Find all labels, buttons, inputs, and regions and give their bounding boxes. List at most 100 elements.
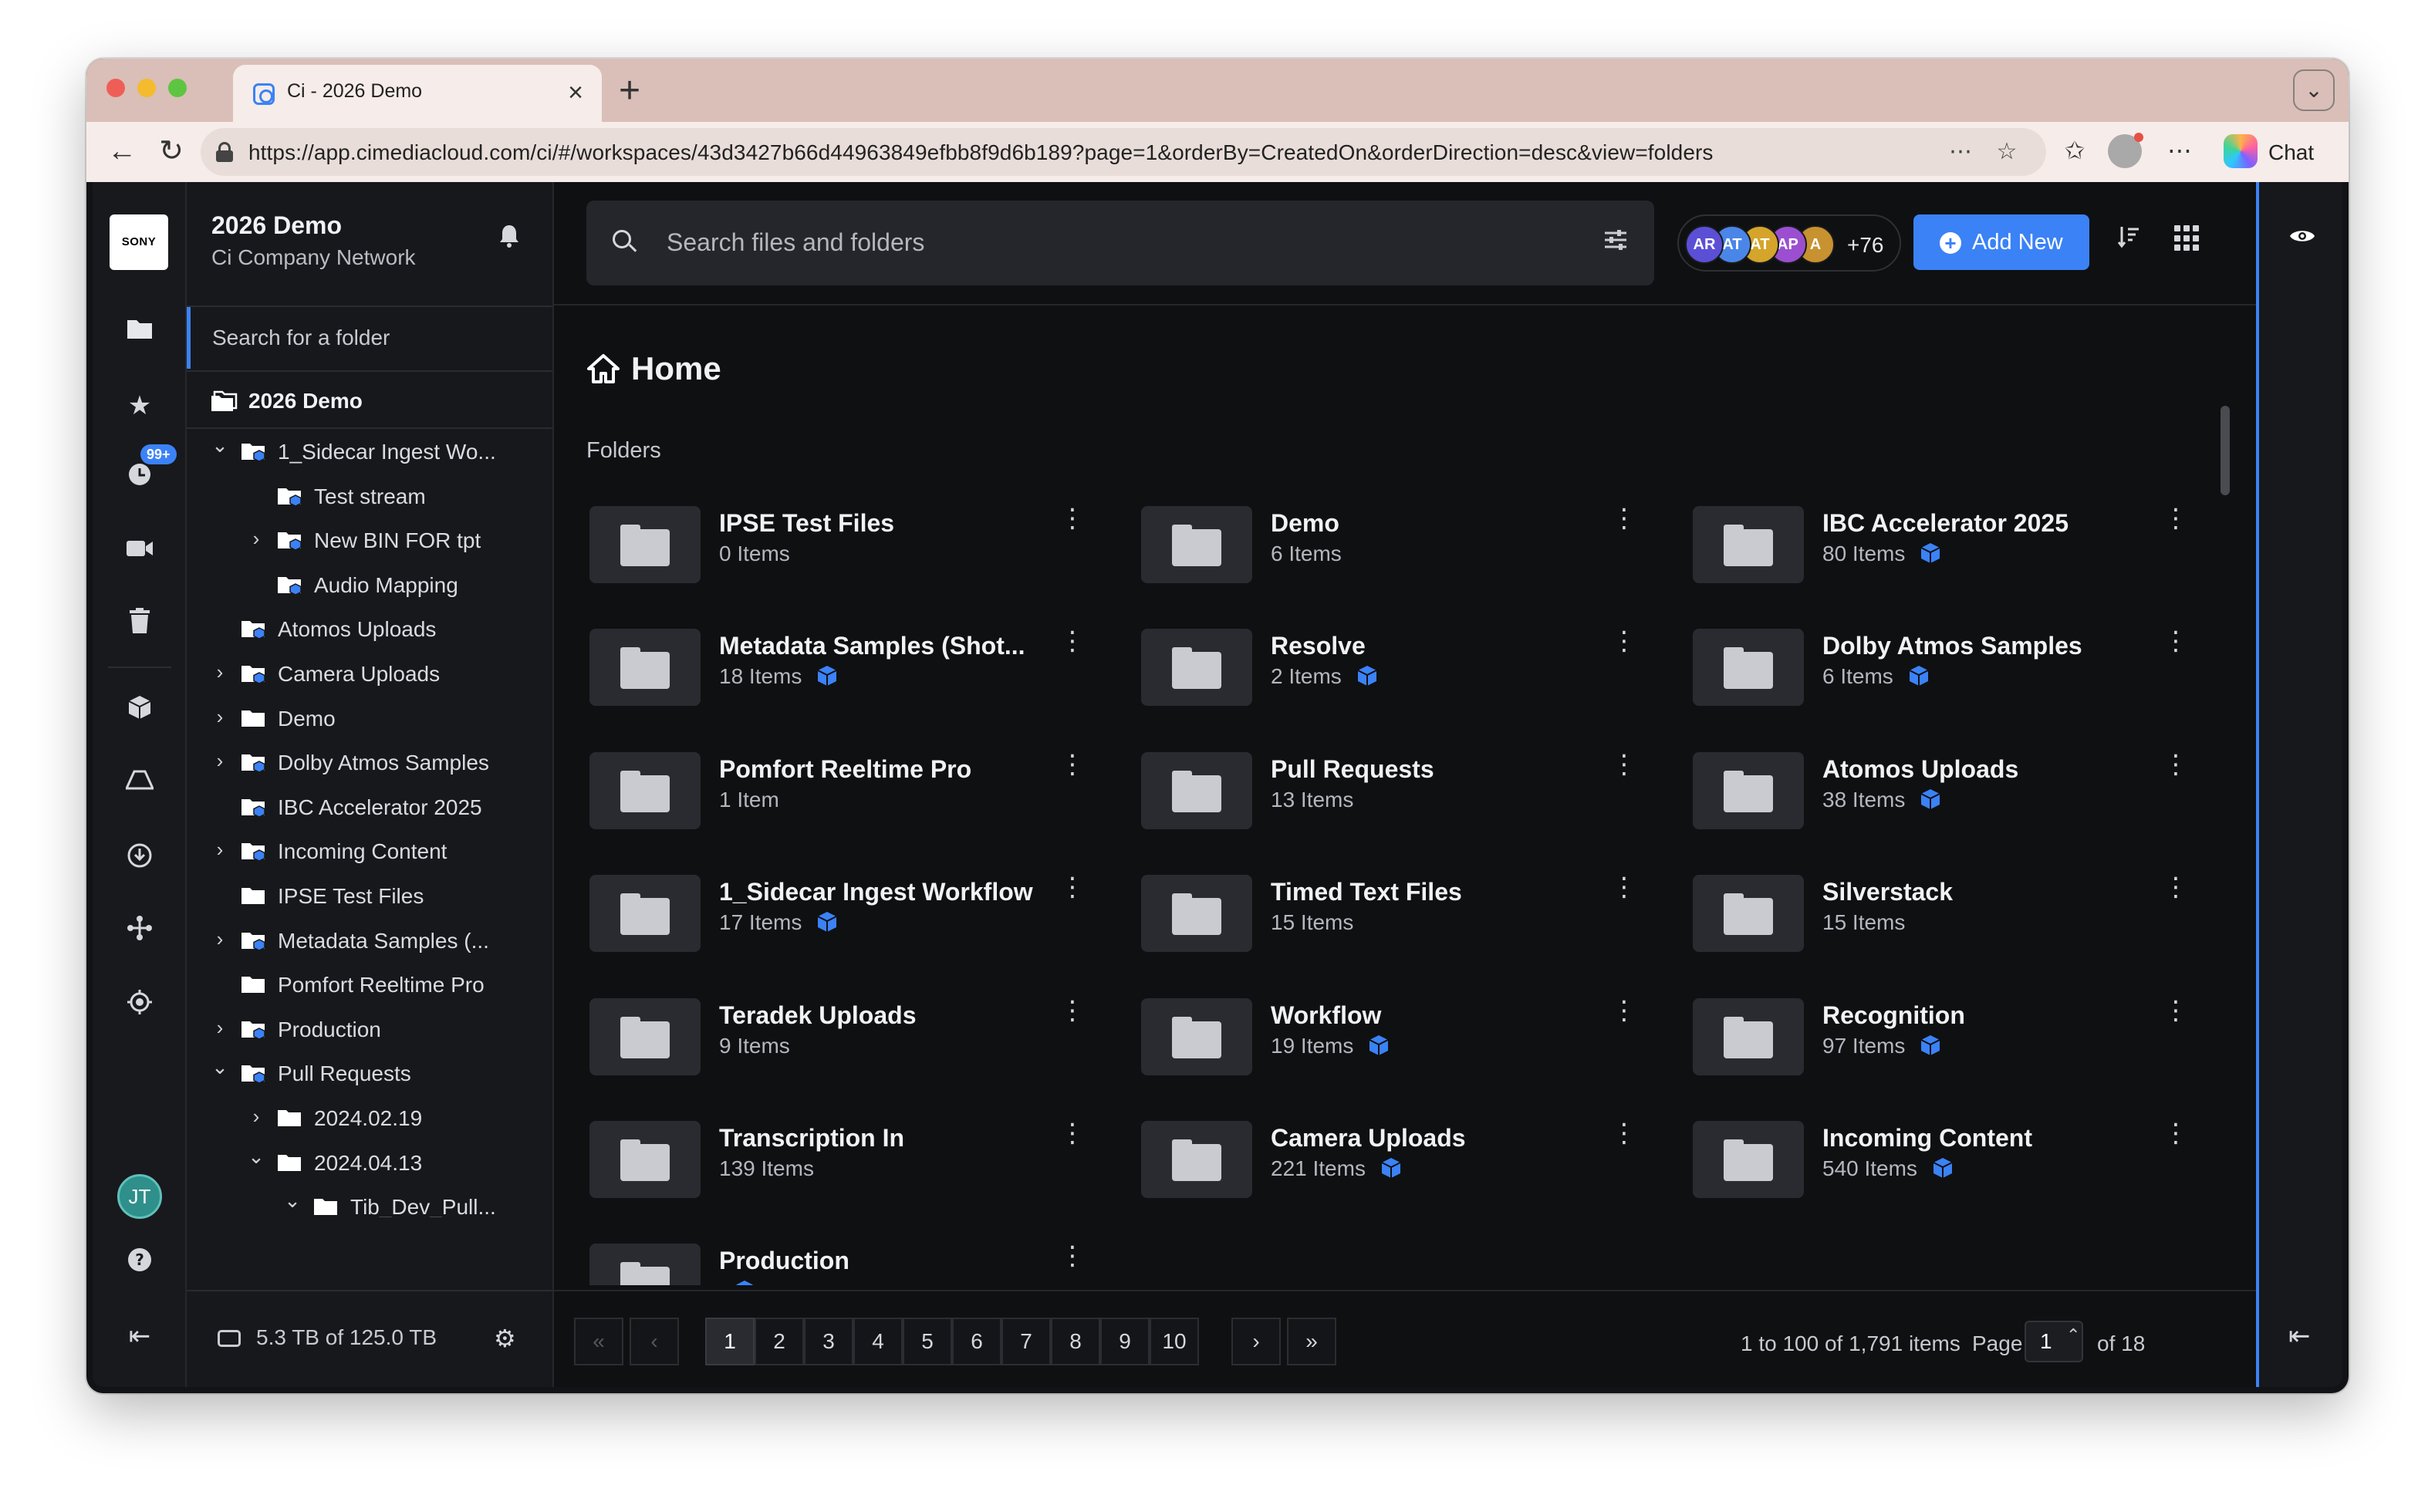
download-icon[interactable] xyxy=(124,842,155,873)
folder-card[interactable]: IPSE Test Files 0 Items ⋮ xyxy=(586,500,1111,616)
page-button[interactable]: 9 xyxy=(1100,1318,1150,1365)
user-avatar[interactable]: JT xyxy=(117,1174,162,1219)
more-options-icon[interactable]: ⋮ xyxy=(1610,872,1638,907)
folder-card[interactable]: Resolve 2 Items ⋮ xyxy=(1138,623,1663,738)
page-button[interactable]: 6 xyxy=(952,1318,1001,1365)
tree-item[interactable]: Atomos Uploads xyxy=(187,608,549,651)
chevron-right-icon[interactable]: › xyxy=(208,705,231,728)
more-options-icon[interactable]: ⋮ xyxy=(1059,872,1086,907)
folder-card[interactable]: Demo 6 Items ⋮ xyxy=(1138,500,1663,616)
tree-item[interactable]: › 2024.02.19 xyxy=(187,1097,549,1140)
more-options-icon[interactable]: ⋮ xyxy=(2162,1118,2190,1153)
folder-search-input[interactable]: Search for a folder xyxy=(187,307,552,369)
collapse-nav-icon[interactable]: ⇤ xyxy=(124,1321,155,1352)
chevron-right-icon[interactable]: › xyxy=(208,927,231,950)
page-button[interactable]: 1 xyxy=(705,1318,755,1365)
more-options-icon[interactable]: ⋮ xyxy=(2162,503,2190,538)
profile-avatar[interactable] xyxy=(2108,133,2143,168)
collaborators[interactable]: A AP AT AT AR +76 xyxy=(1677,214,1901,272)
bookmark-star-icon[interactable]: ☆ xyxy=(1994,139,2020,165)
chevron-right-icon[interactable]: › xyxy=(245,527,268,550)
tree-item[interactable]: Audio Mapping xyxy=(187,564,549,607)
more-options-icon[interactable]: ⋮ xyxy=(1610,1118,1638,1153)
folder-card[interactable]: Camera Uploads 221 Items ⋮ xyxy=(1138,1115,1663,1230)
trash-icon[interactable] xyxy=(124,608,155,639)
more-options-icon[interactable]: ⋮ xyxy=(1610,749,1638,785)
help-icon[interactable]: ? xyxy=(124,1247,155,1277)
tree-item[interactable]: › Metadata Samples (... xyxy=(187,920,549,963)
add-new-button[interactable]: + Add New xyxy=(1913,214,2089,270)
reload-icon[interactable]: ↻ xyxy=(150,130,193,173)
more-options-icon[interactable]: ⋮ xyxy=(1059,749,1086,785)
tree-item[interactable]: ⌄ 1_Sidecar Ingest Wo... xyxy=(187,430,549,474)
folder-card[interactable]: Pomfort Reeltime Pro 1 Item ⋮ xyxy=(586,746,1111,862)
tree-item[interactable]: Test stream xyxy=(187,475,549,518)
more-options-icon[interactable]: ⋮ xyxy=(2162,872,2190,907)
more-options-icon[interactable]: ⋮ xyxy=(1059,995,1086,1031)
more-options-icon[interactable]: ⋮ xyxy=(1610,626,1638,661)
folder-card[interactable]: IBC Accelerator 2025 80 Items ⋮ xyxy=(1690,500,2207,616)
star-icon[interactable]: ★ xyxy=(124,390,155,421)
tab-close-icon[interactable]: × xyxy=(568,76,583,110)
folder-card[interactable]: Atomos Uploads 38 Items ⋮ xyxy=(1690,746,2207,862)
tab-list-chevron-icon[interactable]: ⌄ xyxy=(2293,69,2335,111)
page-button[interactable]: 5 xyxy=(903,1318,952,1365)
page-options-icon[interactable]: ⋯ xyxy=(1947,139,1974,165)
prev-page-button[interactable]: ‹ xyxy=(630,1318,679,1365)
minimize-window-button[interactable] xyxy=(137,79,156,97)
tree-item[interactable]: IPSE Test Files xyxy=(187,875,549,918)
tree-item[interactable]: › Dolby Atmos Samples xyxy=(187,741,549,785)
more-options-icon[interactable]: ⋮ xyxy=(1610,995,1638,1031)
target-settings-icon[interactable] xyxy=(124,989,155,1020)
home-icon[interactable] xyxy=(586,353,620,384)
workflow-nodes-icon[interactable] xyxy=(124,915,155,946)
folder-card[interactable]: Pull Requests 13 Items ⋮ xyxy=(1138,746,1663,862)
folder-card[interactable]: Silverstack 15 Items ⋮ xyxy=(1690,869,2207,984)
chevron-down-icon[interactable]: ⌄ xyxy=(208,435,231,461)
browser-menu-icon[interactable]: ⋯ xyxy=(2162,133,2197,168)
folder-card[interactable]: Dolby Atmos Samples 6 Items ⋮ xyxy=(1690,623,2207,738)
filter-sliders-icon[interactable] xyxy=(1603,228,1628,257)
folder-card[interactable]: Timed Text Files 15 Items ⋮ xyxy=(1138,869,1663,984)
workspace-name[interactable]: 2026 Demo xyxy=(211,211,342,240)
collapse-panel-icon[interactable]: ⇤ xyxy=(2288,1321,2311,1352)
more-options-icon[interactable]: ⋮ xyxy=(2162,749,2190,785)
address-bar[interactable]: https://app.cimediacloud.com/ci/#/worksp… xyxy=(201,128,2046,176)
more-options-icon[interactable]: ⋮ xyxy=(1610,503,1638,538)
more-options-icon[interactable]: ⋮ xyxy=(1059,503,1086,538)
tree-item[interactable]: ⌄ Tib_Dev_Pull... xyxy=(187,1186,549,1217)
folder-card[interactable]: Workflow 19 Items ⋮ xyxy=(1138,992,1663,1108)
tree-item[interactable]: › Demo xyxy=(187,697,549,741)
folder-icon[interactable] xyxy=(124,316,155,347)
main-scrollbar[interactable] xyxy=(2221,406,2230,495)
copilot-chat-button[interactable]: Chat xyxy=(2224,130,2339,173)
folder-card[interactable]: 1_Sidecar Ingest Workflow 17 Items ⋮ xyxy=(586,869,1111,984)
more-options-icon[interactable]: ⋮ xyxy=(2162,995,2190,1031)
collaborator-avatar[interactable]: AR xyxy=(1685,225,1724,264)
folder-card[interactable]: Transcription In 139 Items ⋮ xyxy=(586,1115,1111,1230)
tree-item[interactable]: ⌄ Pull Requests xyxy=(187,1052,549,1095)
tree-item[interactable]: › Production xyxy=(187,1008,549,1051)
page-button[interactable]: 7 xyxy=(1001,1318,1051,1365)
chevron-right-icon[interactable]: › xyxy=(208,749,231,772)
bell-icon[interactable] xyxy=(498,224,520,255)
page-button[interactable]: 4 xyxy=(853,1318,903,1365)
folder-card[interactable]: Production ⋮ xyxy=(586,1237,1111,1285)
chevron-right-icon[interactable]: › xyxy=(208,1016,231,1039)
tree-item[interactable]: ⌄ 2024.04.13 xyxy=(187,1142,549,1185)
page-button[interactable]: 8 xyxy=(1051,1318,1100,1365)
tree-item[interactable]: › Camera Uploads xyxy=(187,653,549,696)
folder-card[interactable]: Recognition 97 Items ⋮ xyxy=(1690,992,2207,1108)
chevron-down-icon[interactable]: ⌄ xyxy=(208,1057,231,1083)
gear-icon[interactable]: ⚙ xyxy=(494,1324,516,1353)
grid-view-icon[interactable] xyxy=(2174,225,2200,251)
favorites-icon[interactable]: ✩ xyxy=(2057,133,2092,168)
package-cube-icon[interactable] xyxy=(124,694,155,725)
chevron-right-icon[interactable]: › xyxy=(208,660,231,683)
chevron-down-icon[interactable]: ⌄ xyxy=(245,1146,268,1173)
browser-tab[interactable]: Ci - 2026 Demo × xyxy=(233,65,602,122)
page-button[interactable]: 2 xyxy=(755,1318,804,1365)
chevron-right-icon[interactable]: › xyxy=(245,1105,268,1128)
history-clock-icon[interactable] xyxy=(124,461,155,492)
new-tab-button[interactable]: + xyxy=(619,68,640,114)
